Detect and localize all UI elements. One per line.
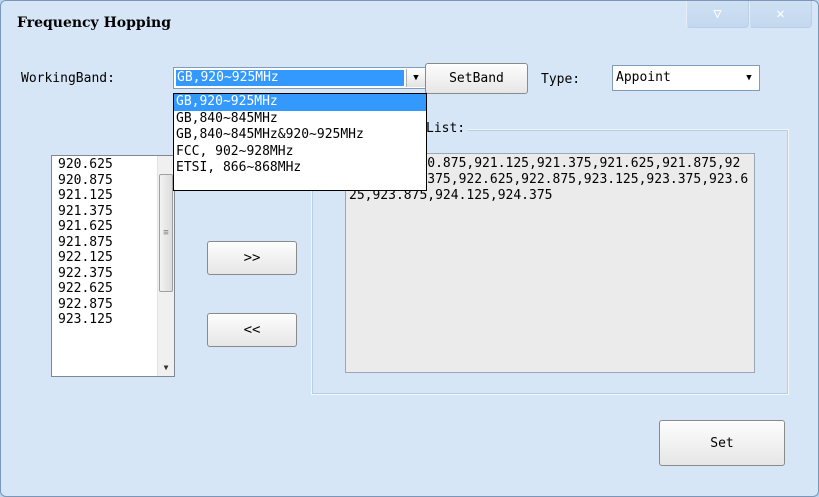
available-frequency-list[interactable]: 920.625 920.875 921.125 921.375 921.625 921.8… (51, 155, 175, 377)
frequency-hopping-window: Frequency Hopping ▽ ✕ WorkingBand: GB,92… (0, 0, 819, 497)
list-item[interactable]: 922.875 (52, 297, 157, 313)
chevron-down-icon[interactable]: ▼ (740, 69, 758, 87)
list-item[interactable]: 921.375 (52, 204, 157, 220)
chevron-down-icon[interactable]: ▼ (406, 69, 425, 87)
dropdown-option[interactable]: GB,840~845MHz (174, 111, 426, 128)
dropdown-option[interactable]: GB,920~925MHz (174, 94, 426, 111)
working-band-dropdown: GB,920~925MHz GB,840~845MHz GB,840~845MHz&… (173, 93, 427, 191)
minimize-icon[interactable]: ▽ (686, 1, 749, 28)
dropdown-option[interactable]: ETSI, 866~868MHz (174, 160, 426, 177)
set-button[interactable]: Set (659, 420, 785, 466)
grip-icon: ≡ (163, 228, 169, 238)
list-item[interactable]: 922.625 (52, 281, 157, 297)
working-band-value: GB,920~925MHz (176, 70, 404, 86)
title-bar[interactable]: Frequency Hopping ▽ ✕ (1, 1, 818, 45)
type-value: Appoint (616, 70, 671, 85)
frequency-items: 920.625 920.875 921.125 921.375 921.625 921.8… (52, 156, 157, 328)
list-item[interactable]: 923.125 (52, 312, 157, 328)
window-controls: ▽ ✕ (686, 1, 812, 28)
scroll-down-icon[interactable]: ▼ (158, 360, 174, 374)
add-frequency-button[interactable]: >> (207, 241, 297, 275)
list-item[interactable]: 920.625 (52, 157, 157, 173)
list-item[interactable]: 920.875 (52, 173, 157, 189)
list-item[interactable]: 921.625 (52, 219, 157, 235)
dropdown-options: GB,920~925MHz GB,840~845MHz GB,840~845MHz&… (174, 94, 426, 177)
list-scrollbar[interactable]: ≡ ▼ (157, 156, 174, 376)
list-item[interactable]: 921.125 (52, 188, 157, 204)
frequency-list-label: List: (423, 121, 469, 136)
scrollbar-thumb[interactable]: ≡ (159, 174, 173, 292)
list-item[interactable]: 922.125 (52, 250, 157, 266)
dropdown-option[interactable]: GB,840~845MHz&920~925MHz (174, 127, 426, 144)
working-band-select[interactable]: GB,920~925MHz ▼ (173, 67, 427, 89)
remove-frequency-button[interactable]: << (207, 313, 297, 347)
type-label: Type: (541, 72, 581, 87)
window-title: Frequency Hopping (17, 15, 171, 31)
working-band-label: WorkingBand: (21, 71, 115, 86)
dropdown-option[interactable]: FCC, 902~928MHz (174, 144, 426, 161)
type-select[interactable]: Appoint ▼ (612, 65, 760, 91)
close-icon[interactable]: ✕ (749, 1, 812, 28)
set-band-button[interactable]: SetBand (425, 63, 528, 94)
list-item[interactable]: 922.375 (52, 266, 157, 282)
dialog-content: WorkingBand: GB,920~925MHz ▼ SetBand Typ… (11, 45, 808, 486)
list-item[interactable]: 921.875 (52, 235, 157, 251)
